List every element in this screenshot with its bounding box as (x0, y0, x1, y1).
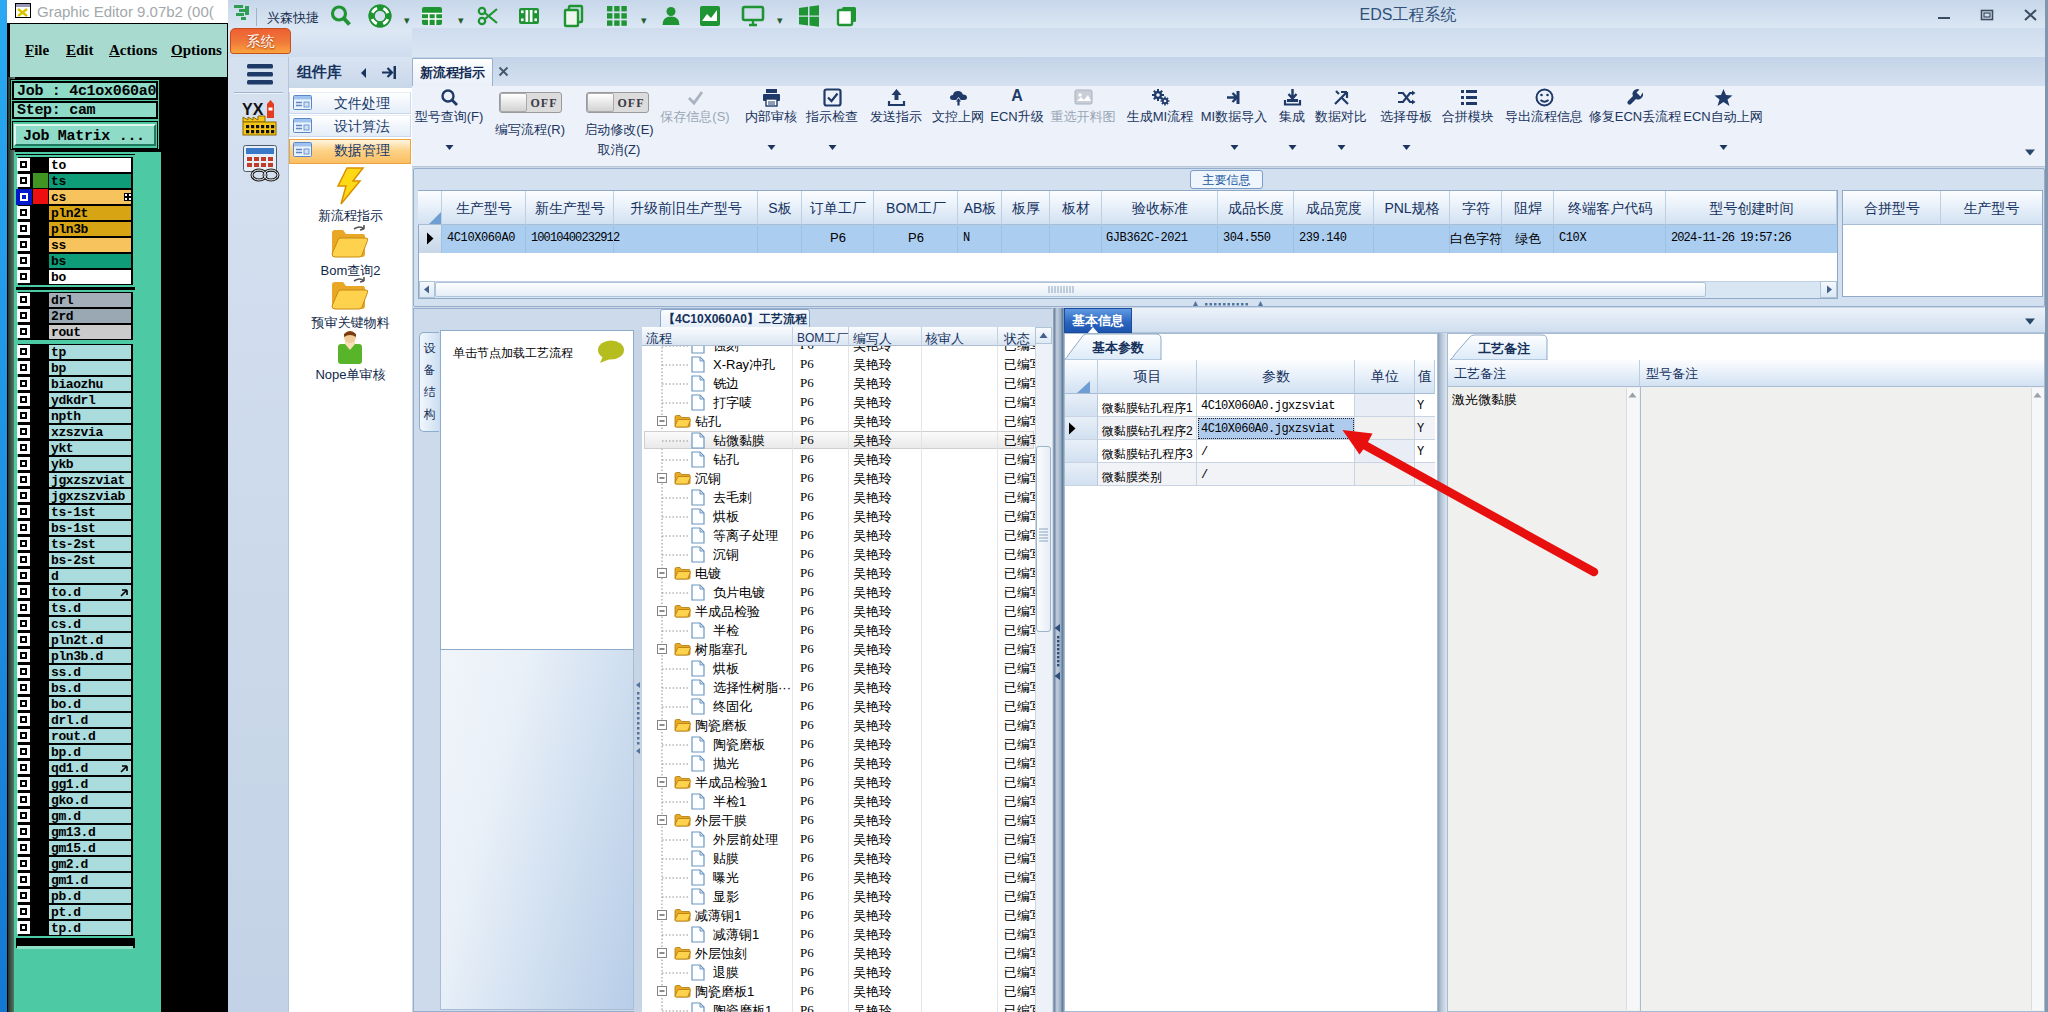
svg-text:YX: YX (242, 101, 264, 118)
